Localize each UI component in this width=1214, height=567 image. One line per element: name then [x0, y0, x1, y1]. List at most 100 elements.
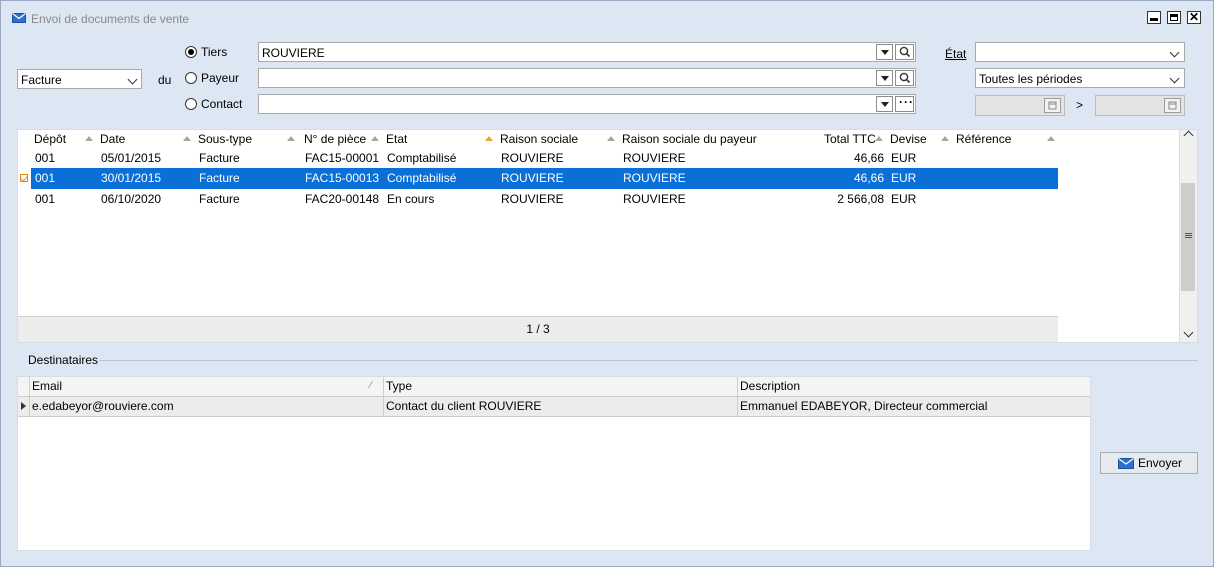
table-row[interactable]: 001 06/10/2020 Facture FAC20-00148 En co…	[31, 189, 1058, 210]
radio-contact[interactable]	[185, 98, 197, 110]
envelope-icon	[12, 13, 26, 23]
vertical-scrollbar[interactable]	[1179, 130, 1197, 342]
column-header-devise[interactable]: Devise	[890, 130, 927, 148]
cell-type: Contact du client ROUVIERE	[386, 399, 542, 413]
calendar-icon[interactable]	[1164, 98, 1181, 113]
recipients-header: Email ∕ Type Description	[18, 377, 1090, 397]
cell-raison-payeur: ROUVIERE	[623, 151, 686, 165]
payeur-dropdown-button[interactable]	[876, 70, 893, 86]
contact-more-button[interactable]: ···	[895, 95, 914, 112]
sort-icon	[941, 136, 949, 141]
column-header-description[interactable]: Description	[740, 377, 800, 396]
scroll-up-icon[interactable]	[1183, 130, 1194, 141]
tiers-field[interactable]: ROUVIERE	[258, 42, 916, 62]
etat-label: État	[945, 47, 967, 61]
cell-soustype: Facture	[199, 151, 240, 165]
cell-raison-sociale: ROUVIERE	[501, 171, 564, 185]
radio-contact-label: Contact	[201, 97, 243, 111]
resize-grip-icon: ∕	[370, 380, 372, 391]
column-header-soustype[interactable]: Sous-type	[198, 130, 252, 148]
column-header-total-ttc[interactable]: Total TTC	[824, 130, 876, 148]
cell-devise: EUR	[891, 192, 917, 206]
column-header-reference[interactable]: Référence	[956, 130, 1011, 148]
date-range-separator: >	[1076, 98, 1084, 112]
send-button-label: Envoyer	[1138, 456, 1183, 470]
table-row-selected[interactable]: 001 30/01/2015 Facture FAC15-00013 Compt…	[31, 168, 1058, 189]
sort-icon	[183, 136, 191, 141]
table-row[interactable]: 001 05/01/2015 Facture FAC15-00001 Compt…	[31, 148, 1058, 169]
sort-icon	[607, 136, 615, 141]
cell-raison-sociale: ROUVIERE	[501, 151, 564, 165]
column-header-raison-sociale[interactable]: Raison sociale	[500, 130, 578, 148]
send-documents-window: Envoi de documents de vente ✕ Facture du…	[0, 0, 1214, 567]
title-bar: Envoi de documents de vente ✕	[1, 1, 1213, 35]
cell-total-ttc: 46,66	[853, 151, 884, 165]
send-button[interactable]: Envoyer	[1100, 452, 1198, 474]
pager-text: 1 / 3	[526, 322, 550, 336]
contact-dropdown-button[interactable]	[876, 96, 893, 112]
payeur-search-button[interactable]	[895, 70, 914, 86]
close-button[interactable]: ✕	[1187, 11, 1201, 24]
column-header-depot[interactable]: Dépôt	[34, 130, 66, 148]
minimize-button[interactable]	[1147, 11, 1161, 24]
search-icon	[899, 46, 911, 58]
chevron-down-icon	[1169, 73, 1180, 84]
maximize-button[interactable]	[1167, 11, 1181, 24]
tiers-dropdown-button[interactable]	[876, 44, 893, 60]
cell-piece: FAC20-00148	[305, 192, 380, 206]
destinataires-label: Destinataires	[28, 353, 99, 367]
period-select[interactable]: Toutes les périodes	[975, 68, 1185, 88]
tiers-search-button[interactable]	[895, 44, 914, 60]
column-header-email[interactable]: Email	[32, 377, 62, 396]
cell-etat: En cours	[387, 192, 435, 206]
cell-devise: EUR	[891, 171, 917, 185]
recipients-grid[interactable]: Email ∕ Type Description e.edabeyor@rouv…	[17, 376, 1091, 551]
close-icon: ✕	[1188, 10, 1200, 24]
cell-piece: FAC15-00001	[305, 151, 380, 165]
section-divider	[99, 360, 1198, 361]
calendar-icon[interactable]	[1044, 98, 1061, 113]
list-item[interactable]: e.edabeyor@rouviere.com Contact du clien…	[18, 397, 1090, 417]
pager: 1 / 3	[18, 316, 1058, 342]
date-from-field[interactable]	[975, 95, 1065, 116]
cell-date: 05/01/2015	[101, 151, 162, 165]
cell-total-ttc: 2 566,08	[837, 192, 884, 206]
cell-depot: 001	[35, 151, 56, 165]
cell-date: 30/01/2015	[101, 171, 162, 185]
sort-icon	[371, 136, 379, 141]
cell-raison-payeur: ROUVIERE	[623, 192, 686, 206]
sort-active-icon	[485, 136, 493, 141]
cell-description: Emmanuel EDABEYOR, Directeur commercial	[740, 399, 988, 413]
cell-etat: Comptabilisé	[387, 151, 457, 165]
cell-date: 06/10/2020	[101, 192, 162, 206]
documents-grid[interactable]: Dépôt Date Sous-type N° de pièce Etat Ra…	[17, 129, 1198, 343]
envelope-icon	[1118, 458, 1134, 469]
etat-select[interactable]	[975, 42, 1185, 62]
cell-depot: 001	[35, 192, 56, 206]
scrollbar-thumb[interactable]	[1181, 183, 1195, 291]
tiers-value: ROUVIERE	[262, 46, 325, 60]
radio-tiers[interactable]	[185, 46, 197, 58]
contact-field[interactable]: ···	[258, 94, 916, 114]
column-header-etat[interactable]: Etat	[386, 130, 407, 148]
document-type-select[interactable]: Facture	[17, 69, 142, 89]
radio-payeur-label: Payeur	[201, 71, 240, 85]
radio-payeur[interactable]	[185, 72, 197, 84]
cell-devise: EUR	[891, 151, 917, 165]
radio-tiers-label: Tiers	[201, 45, 228, 59]
cell-depot: 001	[35, 171, 56, 185]
column-header-date[interactable]: Date	[100, 130, 125, 148]
date-to-field[interactable]	[1095, 95, 1185, 116]
column-header-piece[interactable]: N° de pièce	[304, 130, 366, 148]
chevron-down-icon	[127, 74, 138, 85]
row-pointer-icon	[21, 402, 26, 410]
payeur-field[interactable]	[258, 68, 916, 88]
chevron-down-icon	[1169, 47, 1180, 58]
document-type-value: Facture	[21, 73, 62, 87]
column-header-raison-payeur[interactable]: Raison sociale du payeur	[622, 130, 757, 148]
cell-soustype: Facture	[199, 171, 240, 185]
window-title: Envoi de documents de vente	[31, 12, 190, 26]
sort-icon	[85, 136, 93, 141]
scroll-down-icon[interactable]	[1183, 327, 1194, 338]
column-header-type[interactable]: Type	[386, 377, 412, 396]
